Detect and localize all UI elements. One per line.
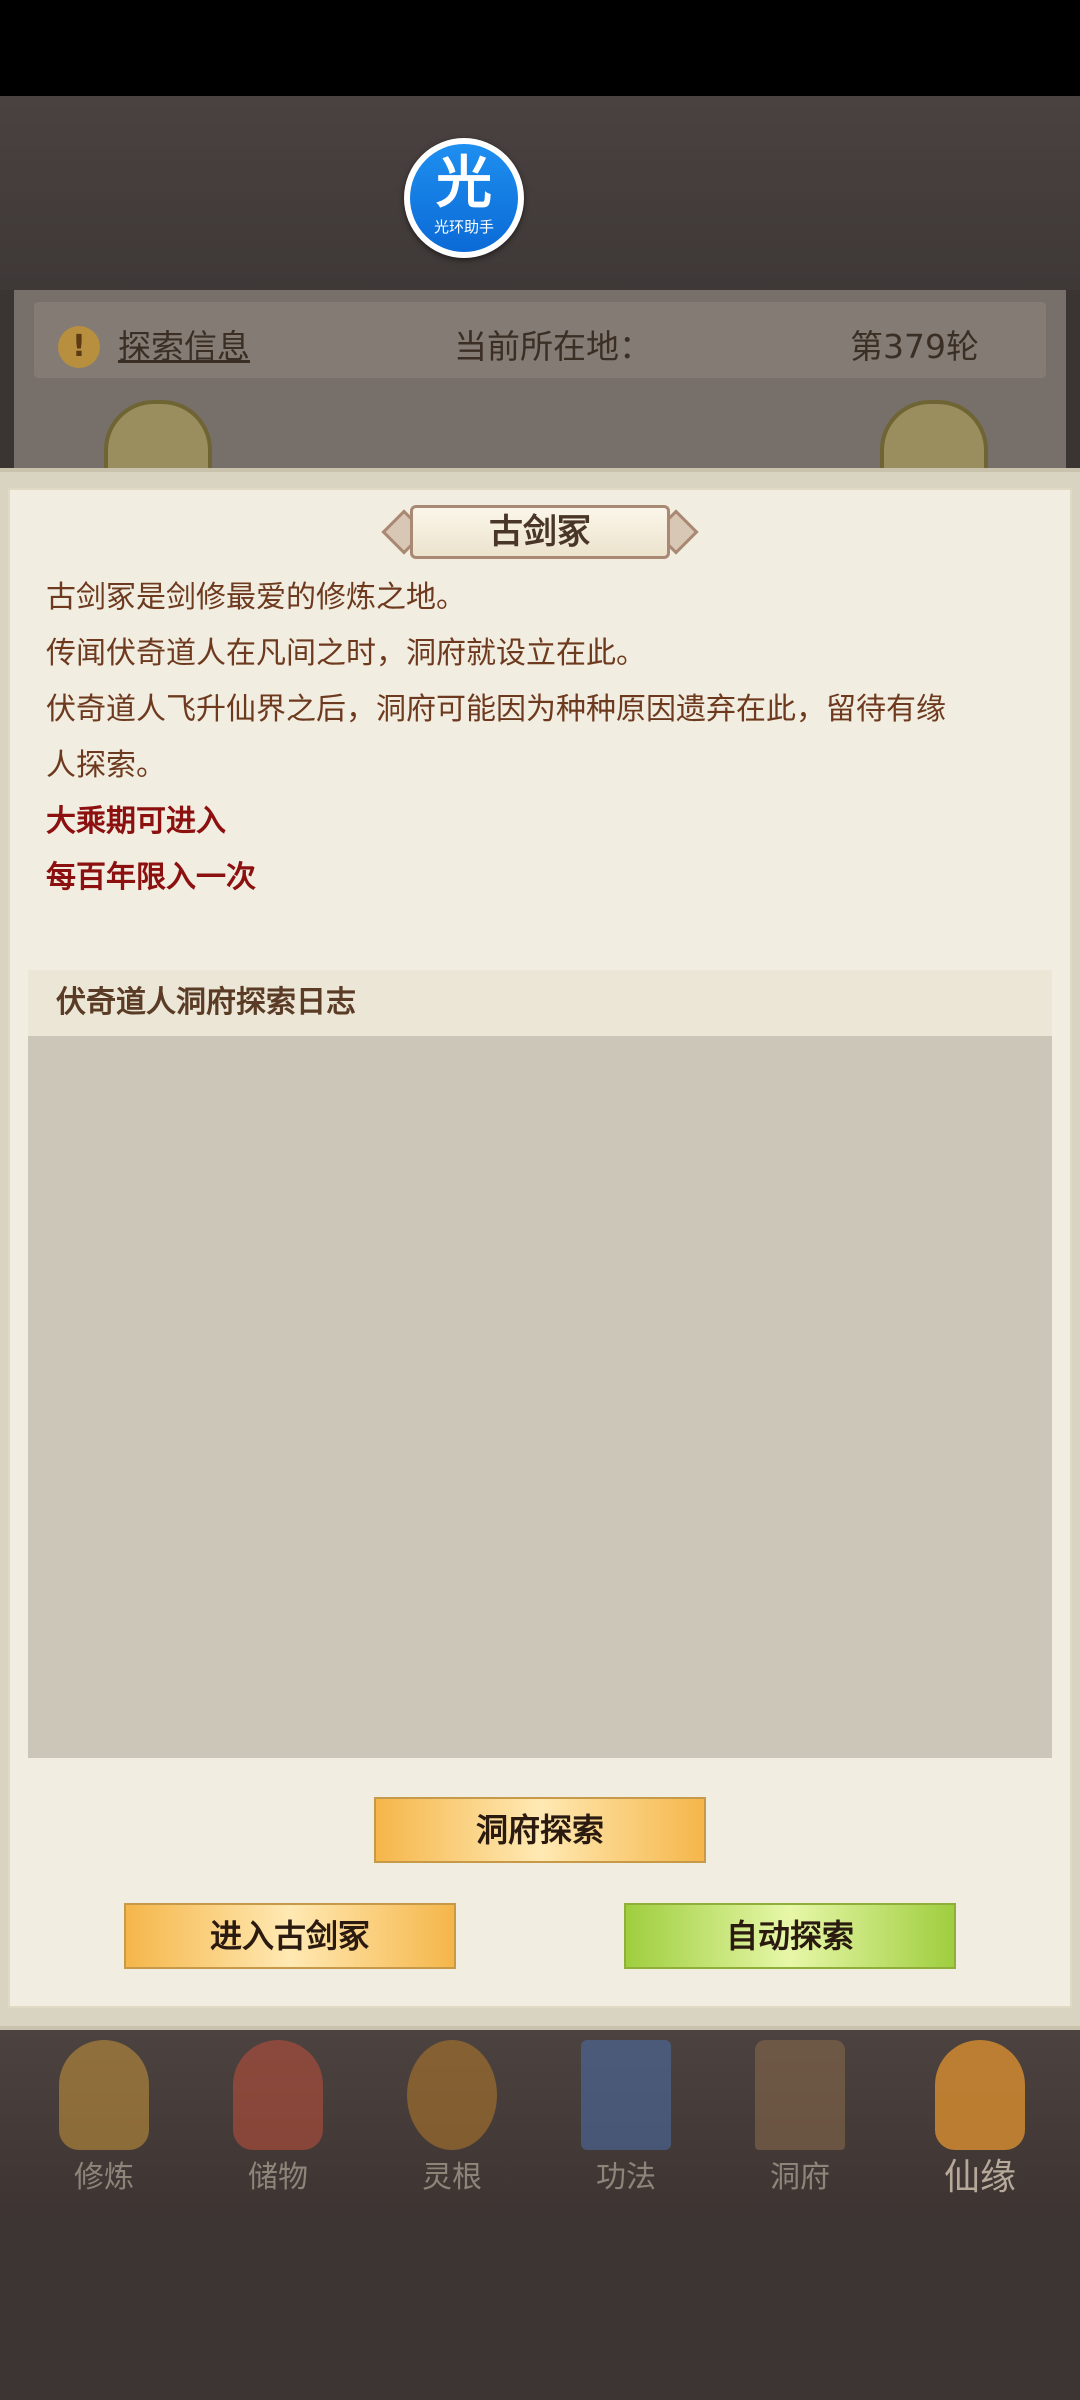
log-header: 伏奇道人洞府探索日志	[28, 970, 1052, 1036]
warning-icon[interactable]: !	[58, 326, 100, 368]
technique-book-icon	[581, 2040, 671, 2150]
description-line: 古剑冢是剑修最爱的修炼之地。	[46, 580, 466, 615]
current-location-label: 当前所在地：	[454, 327, 652, 366]
cave-explore-button[interactable]: 洞府探索	[374, 1797, 706, 1863]
helper-app-char: 光	[436, 151, 492, 216]
location-title: 古剑冢	[489, 512, 591, 552]
helper-app-icon: 光 光环助手	[410, 144, 518, 252]
tab-label: 修炼	[74, 2160, 134, 2195]
log-title: 伏奇道人洞府探索日志	[56, 985, 356, 1020]
tab-label: 储物	[248, 2160, 308, 2195]
helper-app-name: 光环助手	[433, 218, 494, 236]
left-avatar-icon	[104, 400, 212, 474]
tab-cave-palace[interactable]: 洞府	[720, 2040, 880, 2210]
helper-app-badge[interactable]: 光 光环助手	[404, 138, 524, 258]
tab-label: 洞府	[770, 2160, 830, 2195]
status-bar	[0, 0, 1080, 96]
title-plaque: 古剑冢	[380, 505, 700, 559]
enter-location-button[interactable]: 进入古剑冢	[124, 1903, 456, 1969]
tab-technique[interactable]: 功法	[546, 2040, 706, 2210]
tab-immortal-fate[interactable]: 仙缘	[900, 2040, 1060, 2210]
tab-cultivate[interactable]: 修炼	[24, 2040, 184, 2210]
description-line: 传闻伏奇道人在凡间之时，洞府就设立在此。	[46, 636, 646, 671]
spirit-root-icon	[407, 2040, 497, 2150]
cultivate-icon	[59, 2040, 149, 2150]
bottom-spacer	[0, 2210, 1080, 2400]
immortal-fate-icon	[935, 2040, 1025, 2150]
description-line: 人探索。	[46, 748, 166, 783]
auto-explore-button[interactable]: 自动探索	[624, 1903, 956, 1969]
exploration-log-area[interactable]	[28, 1036, 1052, 1758]
cave-palace-icon	[755, 2040, 845, 2150]
tab-label: 功法	[596, 2160, 656, 2195]
right-avatar-icon	[880, 400, 988, 474]
entry-requirement: 大乘期可进入	[46, 804, 226, 839]
description-line: 伏奇道人飞升仙界之后，洞府可能因为种种原因遗弃在此，留待有缘	[46, 692, 946, 727]
tab-label: 仙缘	[943, 2157, 1016, 2198]
exploration-info-bar: ! 探索信息 当前所在地： 第379轮	[14, 290, 1066, 474]
exploration-info-link[interactable]: 探索信息	[118, 326, 250, 368]
info-strip: ! 探索信息 当前所在地： 第379轮	[34, 302, 1046, 378]
top-background	[0, 96, 1080, 290]
tab-label: 灵根	[422, 2160, 482, 2195]
tab-storage[interactable]: 储物	[198, 2040, 358, 2210]
tab-spirit-root[interactable]: 灵根	[372, 2040, 532, 2210]
storage-bag-icon	[233, 2040, 323, 2150]
entry-limit: 每百年限入一次	[46, 860, 256, 895]
round-counter: 第379轮	[850, 327, 979, 366]
